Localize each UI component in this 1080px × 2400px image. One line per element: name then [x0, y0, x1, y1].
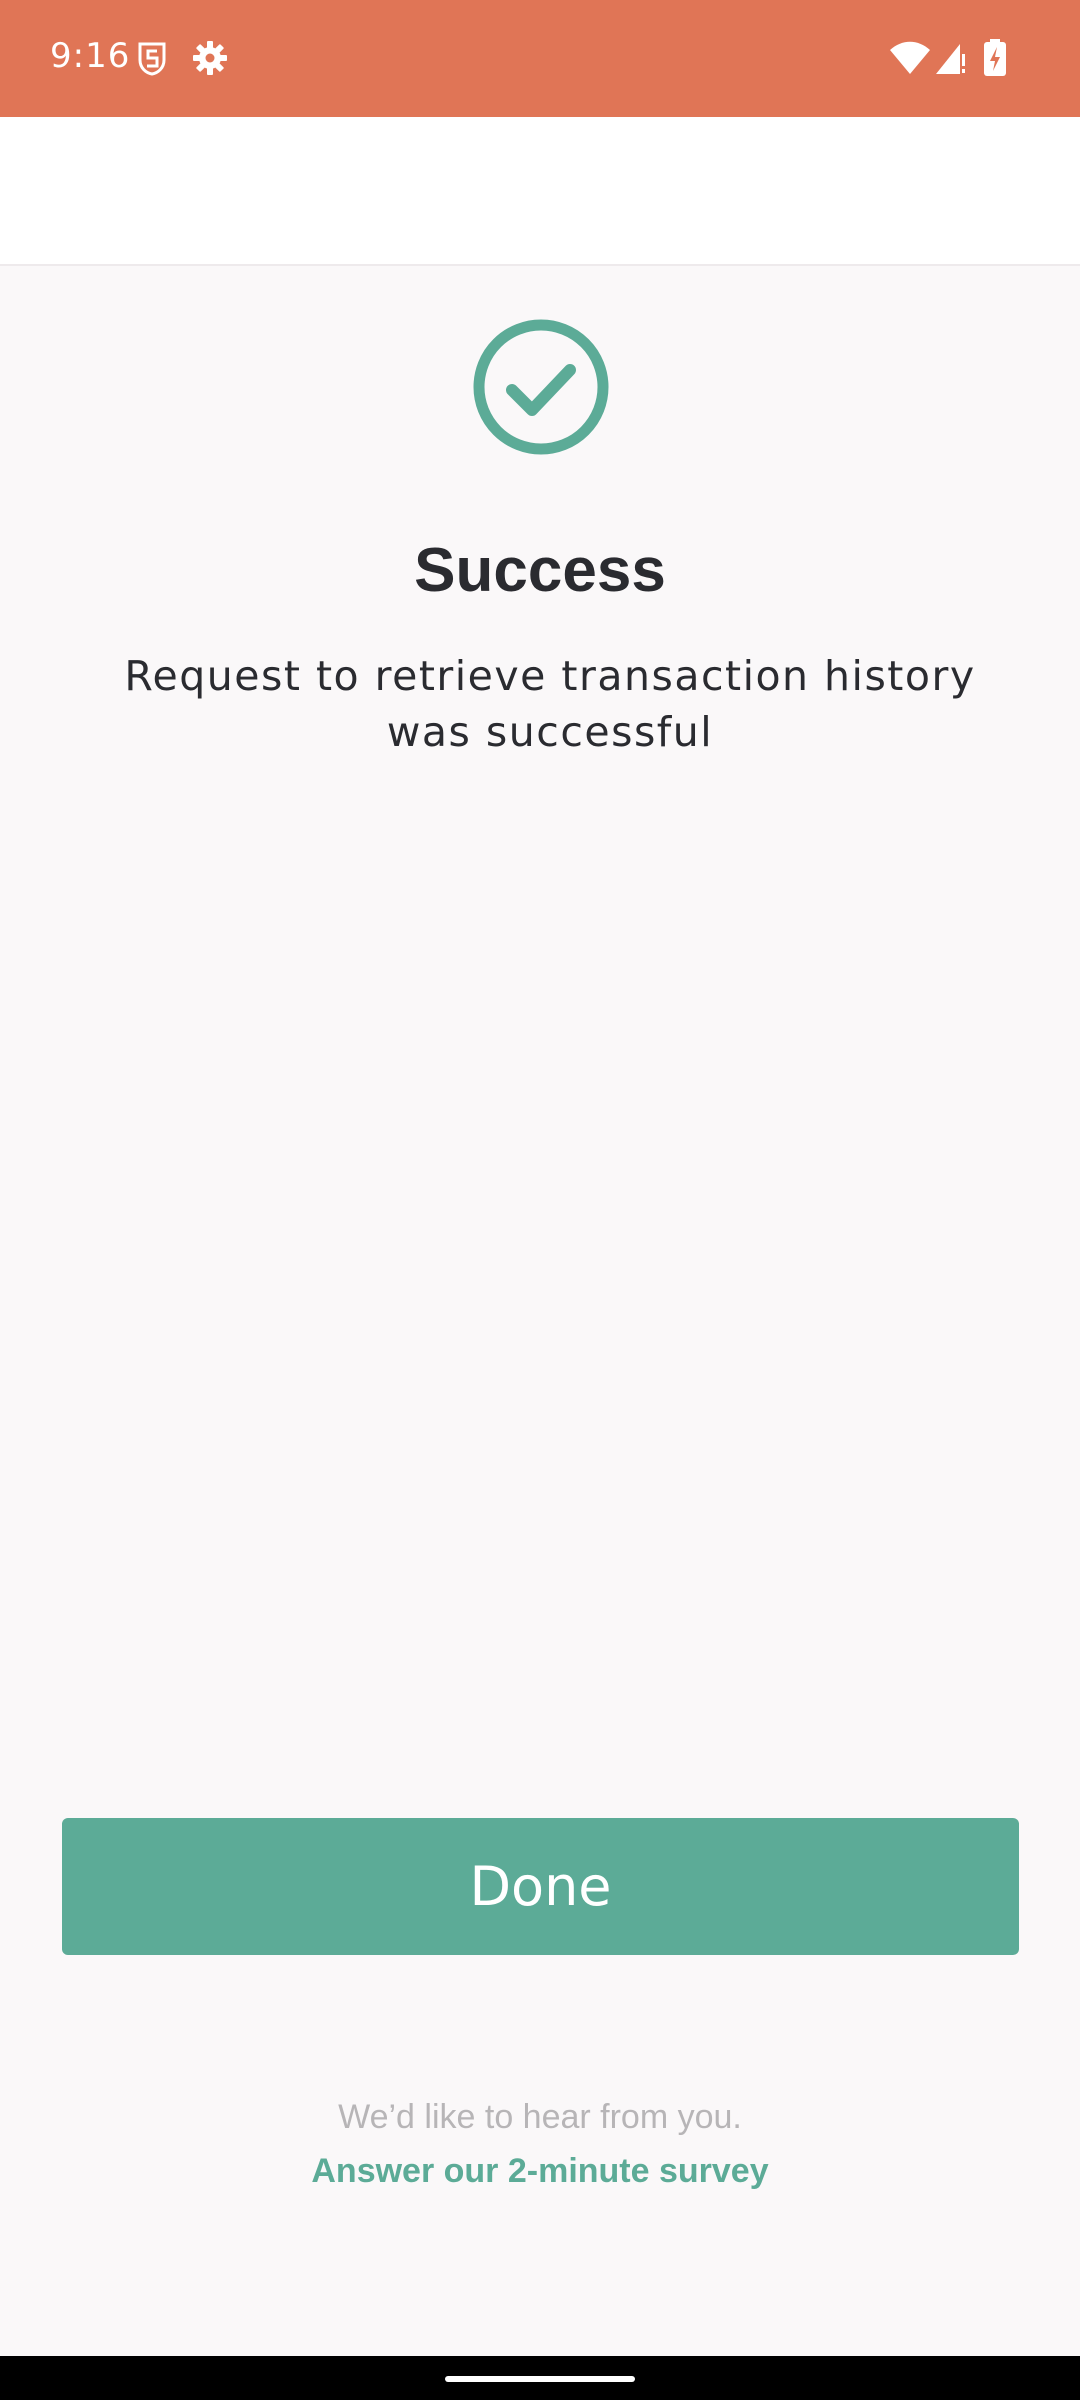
survey-link[interactable]: Answer our 2-minute survey [0, 2152, 1080, 2191]
status-bar: 9:16 [0, 0, 1080, 117]
check-circle-icon [473, 319, 609, 455]
navigation-bar [0, 2356, 1080, 2400]
home-handle[interactable] [445, 2376, 635, 2382]
page-title: Success [414, 536, 666, 605]
status-time: 9:16 [50, 36, 131, 76]
app-header [0, 117, 1080, 266]
battery-charging-icon [984, 39, 1006, 76]
shield-s-icon [138, 42, 166, 76]
gear-icon [193, 41, 227, 75]
success-message: Request to retrieve transaction history … [124, 652, 976, 756]
survey-prompt: We’d like to hear from you. [338, 2098, 742, 2136]
done-button[interactable]: Done [62, 1818, 1019, 1955]
wifi-icon [890, 41, 930, 74]
signal-icon [936, 44, 965, 74]
